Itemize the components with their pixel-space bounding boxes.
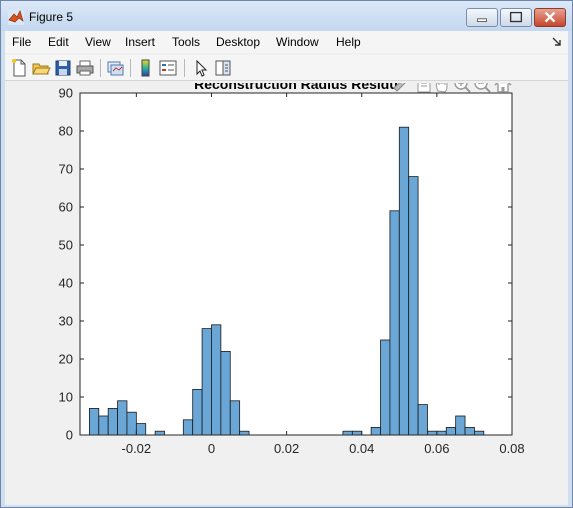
minimize-button[interactable]	[466, 8, 498, 27]
histogram-bar[interactable]	[408, 176, 419, 436]
histogram-bar[interactable]	[154, 430, 165, 436]
chart-title: Reconstruction Radius Residu	[194, 83, 398, 92]
home-icon[interactable]	[494, 76, 512, 93]
x-tick-label: 0.04	[349, 441, 374, 456]
menu-insert[interactable]: Insert	[125, 35, 155, 49]
histogram-bar[interactable]	[211, 324, 222, 436]
x-tick-label: 0	[208, 441, 215, 456]
dock-arrow-icon[interactable]	[552, 37, 562, 47]
close-button[interactable]	[534, 8, 566, 27]
histogram-bar[interactable]	[88, 407, 100, 436]
toolbar-separator	[100, 59, 101, 77]
histogram-bar[interactable]	[201, 328, 212, 436]
toolbar-separator	[130, 59, 131, 77]
y-tick-label: 40	[59, 276, 73, 291]
title-bar[interactable]: Figure 5	[1, 1, 572, 31]
axes-toolbar	[393, 76, 512, 93]
y-tick-label: 10	[59, 390, 73, 405]
y-tick-label: 20	[59, 352, 73, 367]
data-tips-icon[interactable]	[417, 77, 431, 93]
window-title: Figure 5	[29, 10, 74, 24]
edit-plot-arrow-icon[interactable]	[191, 58, 211, 78]
histogram-bar[interactable]	[107, 407, 118, 436]
save-icon[interactable]	[53, 58, 73, 78]
toolbar-separator	[184, 59, 185, 77]
x-tick-label: 0.08	[499, 441, 524, 456]
histogram-bar[interactable]	[436, 430, 447, 436]
histogram-bar[interactable]	[229, 400, 241, 436]
histogram-bar[interactable]	[192, 388, 203, 436]
y-tick-label: 70	[59, 162, 73, 177]
close-icon	[544, 11, 556, 23]
insert-legend-icon[interactable]	[158, 58, 178, 78]
histogram-bar[interactable]	[220, 350, 231, 436]
x-tick-label: -0.02	[122, 441, 152, 456]
histogram-bar[interactable]	[398, 126, 410, 436]
figure-client: File Edit View Insert Tools Desktop Wind…	[5, 31, 568, 505]
zoom-in-icon[interactable]	[454, 76, 471, 93]
histogram-bar[interactable]	[445, 426, 457, 436]
histogram-bar[interactable]	[380, 339, 391, 436]
y-tick-label: 50	[59, 238, 73, 253]
y-tick-label: 80	[59, 124, 73, 139]
histogram-bar[interactable]	[135, 423, 147, 436]
print-icon[interactable]	[75, 58, 95, 78]
menu-window[interactable]: Window	[276, 35, 319, 49]
histogram-plot: -0.02 0 0.02 0.04 0.06 0.08 0 10 20 30 40 50 60 70 80 9…	[59, 76, 525, 456]
insert-colorbar-icon[interactable]	[136, 58, 156, 78]
new-figure-icon[interactable]	[9, 58, 29, 78]
maximize-icon	[509, 11, 523, 23]
y-tick-label: 30	[59, 314, 73, 329]
menu-help[interactable]: Help	[336, 35, 361, 49]
histogram-bar[interactable]	[342, 430, 353, 436]
histogram-bar[interactable]	[455, 415, 466, 436]
histogram-bar[interactable]	[98, 415, 109, 436]
menu-desktop[interactable]: Desktop	[216, 35, 260, 49]
menu-file[interactable]: File	[12, 35, 31, 49]
y-tick-label: 90	[59, 86, 73, 101]
link-plot-icon[interactable]	[105, 58, 125, 78]
figure-window: Figure 5 File Edit View Insert Tools Des…	[0, 0, 573, 508]
y-tick-label: 0	[66, 428, 73, 443]
open-file-icon[interactable]	[31, 58, 51, 78]
matlab-icon	[8, 9, 24, 25]
figure-canvas: -0.02 0 0.02 0.04 0.06 0.08 0 10 20 30 40 50 60 70 80 9…	[5, 76, 568, 505]
y-tick-label: 60	[59, 200, 73, 215]
histogram-bar[interactable]	[417, 404, 428, 436]
histogram-bar[interactable]	[182, 419, 194, 436]
histogram-bar[interactable]	[464, 426, 475, 436]
menu-view[interactable]: View	[85, 35, 111, 49]
menu-tools[interactable]: Tools	[172, 35, 200, 49]
maximize-button[interactable]	[500, 8, 532, 27]
histogram-bar[interactable]	[126, 411, 137, 436]
menu-edit[interactable]: Edit	[48, 35, 69, 49]
zoom-out-icon[interactable]	[474, 76, 491, 93]
histogram-bar[interactable]	[351, 430, 363, 436]
histogram-bar[interactable]	[389, 210, 400, 436]
histogram-bar[interactable]	[239, 430, 250, 436]
figure-toolbar	[5, 55, 568, 81]
x-tick-label: 0.06	[424, 441, 449, 456]
pan-icon[interactable]	[435, 76, 448, 93]
histogram-bar[interactable]	[370, 426, 381, 436]
x-tick-label: 0.02	[274, 441, 299, 456]
property-inspector-icon[interactable]	[213, 58, 233, 78]
histogram-bar[interactable]	[474, 430, 485, 436]
menu-bar: File Edit View Insert Tools Desktop Wind…	[5, 31, 568, 53]
minimize-icon	[477, 18, 487, 22]
plot-area[interactable]	[80, 93, 512, 435]
histogram-bar[interactable]	[117, 400, 128, 436]
histogram-bar[interactable]	[427, 430, 438, 436]
